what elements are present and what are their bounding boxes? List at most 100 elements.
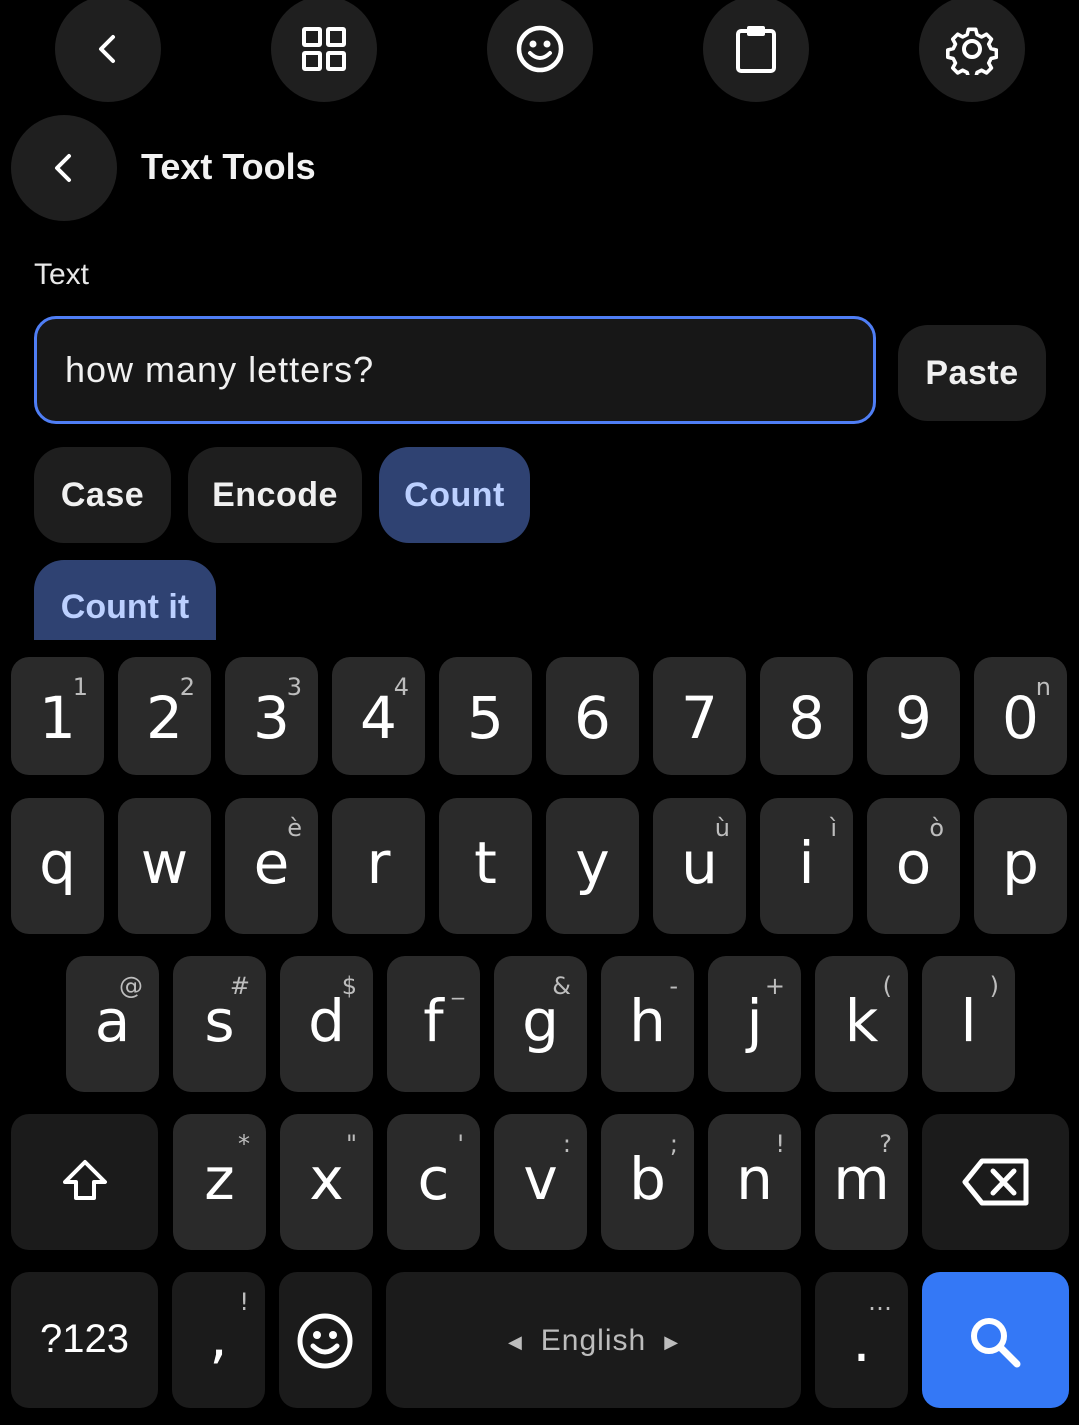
toolbar-back-button[interactable] [55, 0, 161, 102]
toolbar-settings-button[interactable] [919, 0, 1025, 102]
key-o[interactable]: oò [867, 798, 960, 934]
space-key-label: English [540, 1324, 647, 1357]
key-hint: ù [714, 814, 730, 842]
emoji-icon [297, 1313, 353, 1369]
emoji-key[interactable] [279, 1272, 372, 1408]
key-label: 8 [788, 684, 825, 752]
key-u[interactable]: uù [653, 798, 746, 934]
count-it-button[interactable]: Count it [34, 560, 216, 640]
key-x[interactable]: x " [280, 1114, 373, 1250]
key-t[interactable]: t [439, 798, 532, 934]
key-3[interactable]: 33 [225, 657, 318, 775]
key-label: 1 [39, 684, 76, 752]
key-hint: 3 [286, 673, 302, 701]
key-hint: + [764, 972, 785, 1000]
key-c[interactable]: c ' [387, 1114, 480, 1250]
clipboard-icon [736, 26, 776, 73]
backspace-key[interactable] [922, 1114, 1069, 1250]
tab-encode[interactable]: Encode [188, 447, 362, 543]
key-hint: 4 [393, 673, 409, 701]
key-p[interactable]: p [974, 798, 1067, 934]
key-n[interactable]: n! [708, 1114, 801, 1250]
tab-case[interactable]: Case [34, 447, 171, 543]
key-label: u [681, 829, 718, 897]
key-label: f [423, 987, 444, 1055]
key-label: 3 [253, 684, 290, 752]
shift-icon [63, 1160, 107, 1200]
page-title: Text Tools [141, 146, 316, 187]
key-label: y [575, 829, 610, 897]
back-icon [99, 35, 115, 63]
key-r[interactable]: r [332, 798, 425, 934]
key-label: h [629, 987, 666, 1055]
key-hint: & [552, 972, 571, 1000]
comma-key-label: , [209, 1303, 228, 1371]
key-5[interactable]: 5 [439, 657, 532, 775]
toolbar-clipboard-button[interactable] [703, 0, 809, 102]
comma-key[interactable]: , ! [172, 1272, 265, 1408]
key-e[interactable]: eè [225, 798, 318, 934]
tab-count[interactable]: Count [379, 447, 530, 543]
key-y[interactable]: y [546, 798, 639, 934]
search-key[interactable] [922, 1272, 1069, 1408]
key-7[interactable]: 7 [653, 657, 746, 775]
key-g[interactable]: g & [494, 956, 587, 1092]
text-input[interactable] [63, 348, 873, 392]
symbols-key[interactable]: ?123 [11, 1272, 158, 1408]
key-label: t [474, 829, 497, 897]
key-d[interactable]: d $ [280, 956, 373, 1092]
key-9[interactable]: 9 [867, 657, 960, 775]
key-label: j [746, 987, 763, 1055]
key-hint: ? [879, 1130, 892, 1158]
key-i[interactable]: iì [760, 798, 853, 934]
key-1[interactable]: 11 [11, 657, 104, 775]
key-label: 7 [681, 684, 718, 752]
key-k[interactable]: k( [815, 956, 908, 1092]
header-back-button[interactable] [11, 115, 117, 221]
key-hint: - [669, 972, 678, 1000]
key-a[interactable]: a @ [66, 956, 159, 1092]
text-field-label: Text [34, 258, 90, 291]
toolbar-grid-button[interactable] [271, 0, 377, 102]
shift-key[interactable] [11, 1114, 158, 1250]
key-0[interactable]: 0n [974, 657, 1067, 775]
key-v[interactable]: v: [494, 1114, 587, 1250]
key-hint: ì [830, 814, 837, 842]
key-label: g [522, 987, 559, 1055]
toolbar-emoji-button[interactable] [487, 0, 593, 102]
key-hint: ( [882, 972, 892, 1000]
text-input-container[interactable] [34, 316, 876, 424]
key-label: 9 [895, 684, 932, 752]
settings-icon [946, 27, 998, 75]
key-hint: ò [929, 814, 944, 842]
key-l[interactable]: l) [922, 956, 1015, 1092]
key-z[interactable]: z * [173, 1114, 266, 1250]
space-key[interactable]: ◀ English ▶ [386, 1272, 801, 1408]
key-label: m [833, 1145, 890, 1213]
key-w[interactable]: w [118, 798, 211, 934]
key-hint: $ [341, 972, 357, 1000]
right-arrow-icon: ▶ [664, 1331, 680, 1352]
key-h[interactable]: h- [601, 956, 694, 1092]
paste-button[interactable]: Paste [898, 325, 1046, 421]
key-b[interactable]: b; [601, 1114, 694, 1250]
key-s[interactable]: s # [173, 956, 266, 1092]
key-q[interactable]: q [11, 798, 104, 934]
key-label: 0 [1002, 684, 1039, 752]
key-label: s [204, 987, 235, 1055]
period-key[interactable]: . … [815, 1272, 908, 1408]
key-label: k [844, 987, 879, 1055]
key-label: 4 [360, 684, 397, 752]
key-6[interactable]: 6 [546, 657, 639, 775]
key-2[interactable]: 22 [118, 657, 211, 775]
key-j[interactable]: j + [708, 956, 801, 1092]
key-4[interactable]: 44 [332, 657, 425, 775]
key-label: d [308, 987, 345, 1055]
key-label: c [417, 1145, 450, 1213]
key-m[interactable]: m? [815, 1114, 908, 1250]
key-hint: # [229, 972, 250, 1000]
key-f[interactable]: f _ [387, 956, 480, 1092]
key-hint: ; [669, 1130, 678, 1158]
key-8[interactable]: 8 [760, 657, 853, 775]
key-label: r [366, 829, 391, 897]
